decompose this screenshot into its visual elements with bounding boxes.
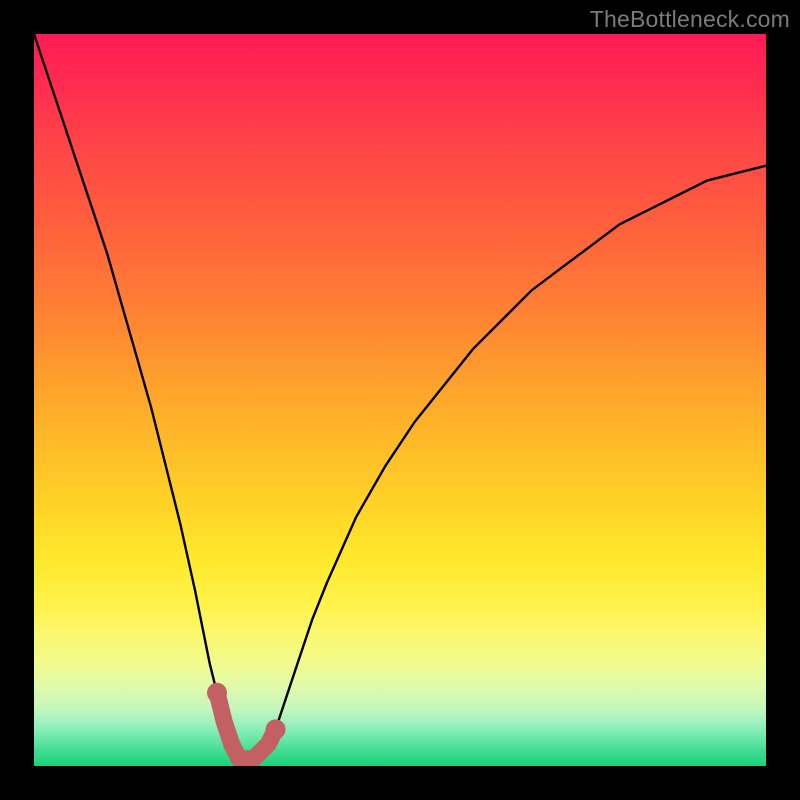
bottleneck-curve <box>34 34 766 759</box>
valley-highlight-endcap <box>207 683 227 703</box>
outer-frame: TheBottleneck.com <box>0 0 800 800</box>
watermark-text: TheBottleneck.com <box>590 6 790 33</box>
valley-highlight-endcap <box>266 719 286 739</box>
plot-area <box>34 34 766 766</box>
bottleneck-chart <box>34 34 766 766</box>
